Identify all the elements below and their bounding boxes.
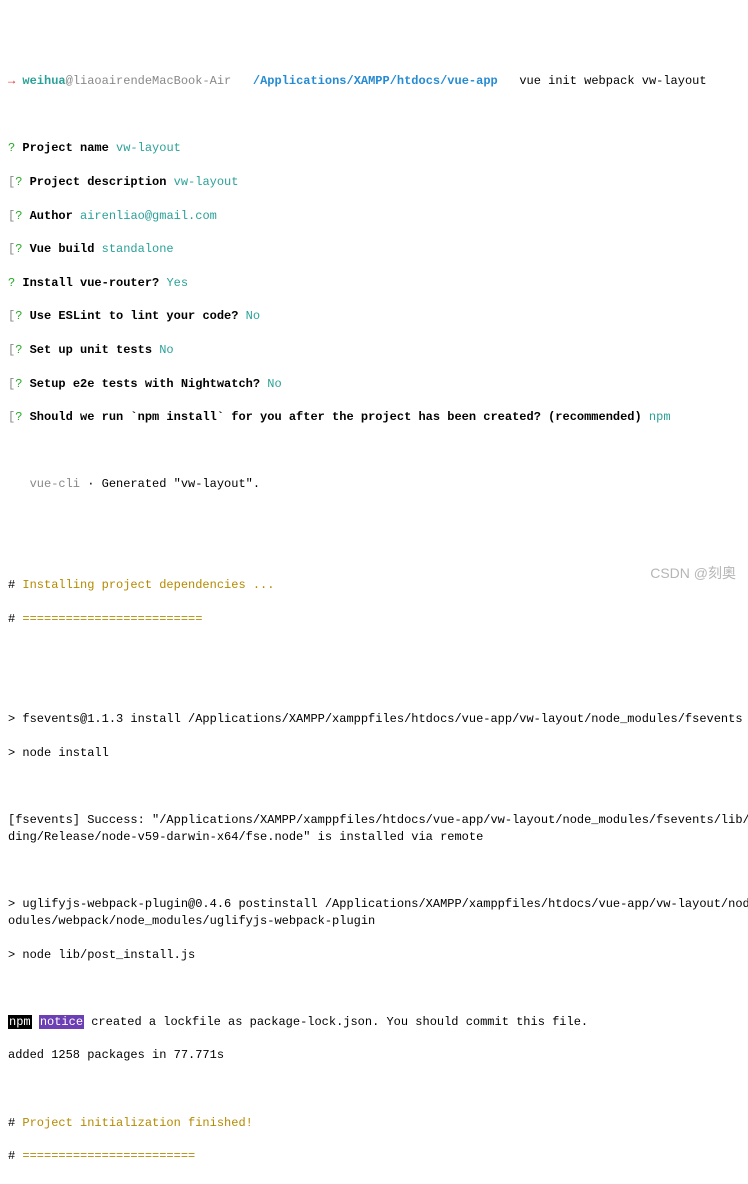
question-mark-icon: ? (15, 242, 29, 256)
added-packages: added 1258 packages in 77.771s (8, 1047, 740, 1064)
question-mark-icon: ? (15, 175, 29, 189)
q-router: ? Install vue-router? Yes (8, 275, 740, 292)
generated-line: vue-cli · Generated "vw-layout". (8, 476, 740, 493)
question-mark-icon: ? (15, 343, 29, 357)
prompt-cmd: vue init webpack vw-layout (519, 74, 706, 88)
prompt-at: @ (66, 74, 73, 88)
install-line-3: > uglifyjs-webpack-plugin@0.4.6 postinst… (8, 896, 740, 930)
question-mark-icon: ? (15, 309, 29, 323)
install-sep: # ========================= (8, 611, 740, 628)
q-author: [? Author airenliao@gmail.com (8, 208, 740, 225)
question-mark-icon: ? (15, 410, 29, 424)
prompt-user: weihua (22, 74, 65, 88)
install-line-1: > fsevents@1.1.3 install /Applications/X… (8, 711, 740, 728)
install-line-2: > node install (8, 745, 740, 762)
prompt-arrow: → (8, 74, 22, 88)
question-mark-icon: ? (15, 377, 29, 391)
prompt-cwd: /Applications/XAMPP/htdocs/vue-app (253, 74, 498, 88)
npm-notice-line: npm notice created a lockfile as package… (8, 1014, 740, 1031)
q-project-name: ? Project name vw-layout (8, 140, 740, 157)
q-eslint: [? Use ESLint to lint your code? No (8, 308, 740, 325)
prompt-host: liaoairendeMacBook-Air (73, 74, 231, 88)
notice-badge: notice (39, 1015, 84, 1029)
prompt-line: → weihua@liaoairendeMacBook-Air /Applica… (8, 73, 740, 90)
q-vue-build: [? Vue build standalone (8, 241, 740, 258)
npm-badge: npm (8, 1015, 32, 1029)
install-header: # Installing project dependencies ... (8, 577, 740, 594)
done-sep: # ======================== (8, 1148, 740, 1165)
done-header: # Project initialization finished! (8, 1115, 740, 1132)
question-mark-icon: ? (15, 209, 29, 223)
question-mark-icon: ? (8, 276, 22, 290)
q-npm-install: [? Should we run `npm install` for you a… (8, 409, 740, 426)
install-line-4: > node lib/post_install.js (8, 947, 740, 964)
q-project-desc: [? Project description vw-layout (8, 174, 740, 191)
watermark: CSDN @刻奧 (650, 564, 736, 584)
fsevents-success: [fsevents] Success: "/Applications/XAMPP… (8, 812, 740, 846)
q-e2e: [? Setup e2e tests with Nightwatch? No (8, 376, 740, 393)
blank (8, 107, 740, 124)
q-unit: [? Set up unit tests No (8, 342, 740, 359)
question-mark-icon: ? (8, 141, 22, 155)
